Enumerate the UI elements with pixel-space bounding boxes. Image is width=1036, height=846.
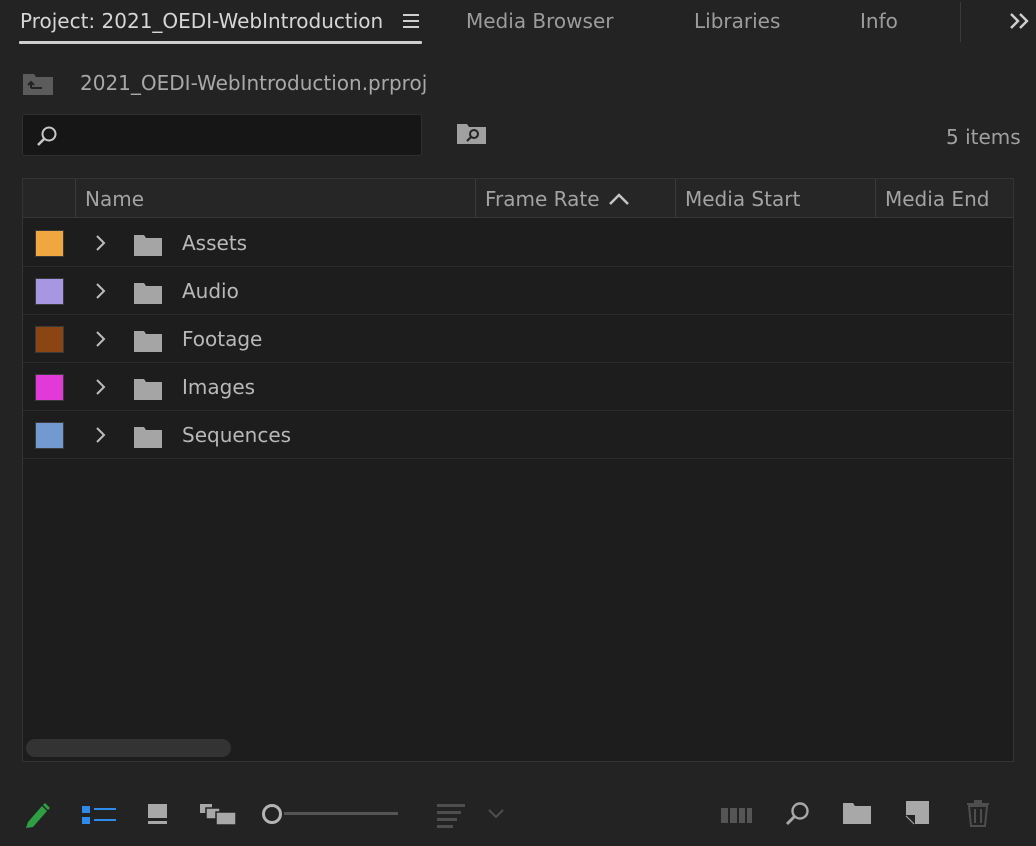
panel-menu-icon[interactable] — [403, 14, 419, 28]
label-color-swatch[interactable] — [35, 230, 64, 257]
bin-folder-icon — [134, 379, 162, 400]
list-view-icon[interactable] — [82, 804, 116, 826]
bin-name: Audio — [182, 279, 239, 303]
bin-folder-icon — [134, 235, 162, 256]
panel-tab-bar: Project: 2021_OEDI-WebIntroduction Media… — [0, 0, 1036, 46]
tab-project[interactable]: Project: 2021_OEDI-WebIntroduction — [20, 9, 383, 33]
bottom-toolbar — [0, 790, 1036, 836]
bin-folder-icon — [134, 331, 162, 352]
zoom-slider-handle[interactable] — [262, 804, 282, 824]
bin-name: Assets — [182, 231, 248, 255]
active-tab-indicator — [19, 41, 422, 44]
bin-name: Sequences — [182, 423, 292, 447]
list-item[interactable]: Audio — [23, 267, 1013, 315]
double-chevron-right-icon[interactable] — [1006, 6, 1036, 36]
search-field[interactable] — [22, 114, 422, 156]
chevron-right-icon[interactable] — [93, 377, 107, 397]
column-header-media-end[interactable]: Media End — [875, 179, 1013, 218]
parent-bin-icon[interactable] — [22, 70, 54, 96]
column-header-row: Name Frame Rate Media Start Media End — [23, 179, 1013, 218]
list-item[interactable]: Assets — [23, 219, 1013, 267]
search-icon — [37, 126, 57, 146]
freeform-view-icon[interactable] — [199, 802, 237, 826]
label-color-swatch[interactable] — [35, 326, 64, 353]
search-input[interactable] — [67, 121, 407, 149]
chevron-right-icon[interactable] — [93, 281, 107, 301]
icon-view-icon[interactable] — [147, 802, 169, 826]
find-icon[interactable] — [784, 800, 812, 828]
chevron-right-icon[interactable] — [93, 425, 107, 445]
column-label: Frame Rate — [485, 187, 600, 211]
zoom-slider-track[interactable] — [284, 812, 398, 815]
automate-to-sequence-icon[interactable] — [721, 806, 753, 824]
item-count: 5 items — [946, 125, 1021, 149]
project-items-list: Name Frame Rate Media Start Media End As… — [22, 178, 1014, 762]
tab-divider — [960, 2, 961, 42]
bin-name: Images — [182, 375, 256, 399]
tab-libraries[interactable]: Libraries — [694, 9, 780, 33]
tab-media-browser[interactable]: Media Browser — [466, 9, 613, 33]
column-header-name[interactable]: Name — [75, 179, 475, 218]
project-filename: 2021_OEDI-WebIntroduction.prproj — [80, 71, 428, 95]
list-item[interactable]: Footage — [23, 315, 1013, 363]
sort-icons-icon[interactable] — [436, 802, 466, 828]
bin-folder-icon — [134, 283, 162, 304]
label-color-swatch[interactable] — [35, 374, 64, 401]
list-item[interactable]: Images — [23, 363, 1013, 411]
chevron-right-icon[interactable] — [93, 329, 107, 349]
column-header-frame-rate[interactable]: Frame Rate — [475, 179, 675, 218]
horizontal-scrollbar[interactable] — [26, 739, 231, 757]
pencil-icon[interactable] — [22, 798, 52, 830]
trash-icon[interactable] — [966, 799, 990, 827]
list-item[interactable]: Sequences — [23, 411, 1013, 459]
column-label: Media Start — [685, 187, 801, 211]
chevron-down-icon[interactable] — [487, 808, 505, 820]
bin-folder-icon — [134, 427, 162, 448]
chevron-right-icon[interactable] — [93, 233, 107, 253]
new-item-icon[interactable] — [905, 800, 931, 826]
column-label: Name — [85, 187, 145, 211]
label-color-swatch[interactable] — [35, 278, 64, 305]
sort-ascending-icon — [609, 193, 629, 205]
column-header-media-start[interactable]: Media Start — [675, 179, 875, 218]
label-column-header[interactable] — [23, 179, 75, 218]
tab-info[interactable]: Info — [860, 9, 898, 33]
column-label: Media End — [885, 187, 990, 211]
label-color-swatch[interactable] — [35, 422, 64, 449]
bin-name: Footage — [182, 327, 263, 351]
search-bin-icon[interactable] — [456, 122, 488, 146]
new-bin-icon[interactable] — [842, 801, 872, 825]
